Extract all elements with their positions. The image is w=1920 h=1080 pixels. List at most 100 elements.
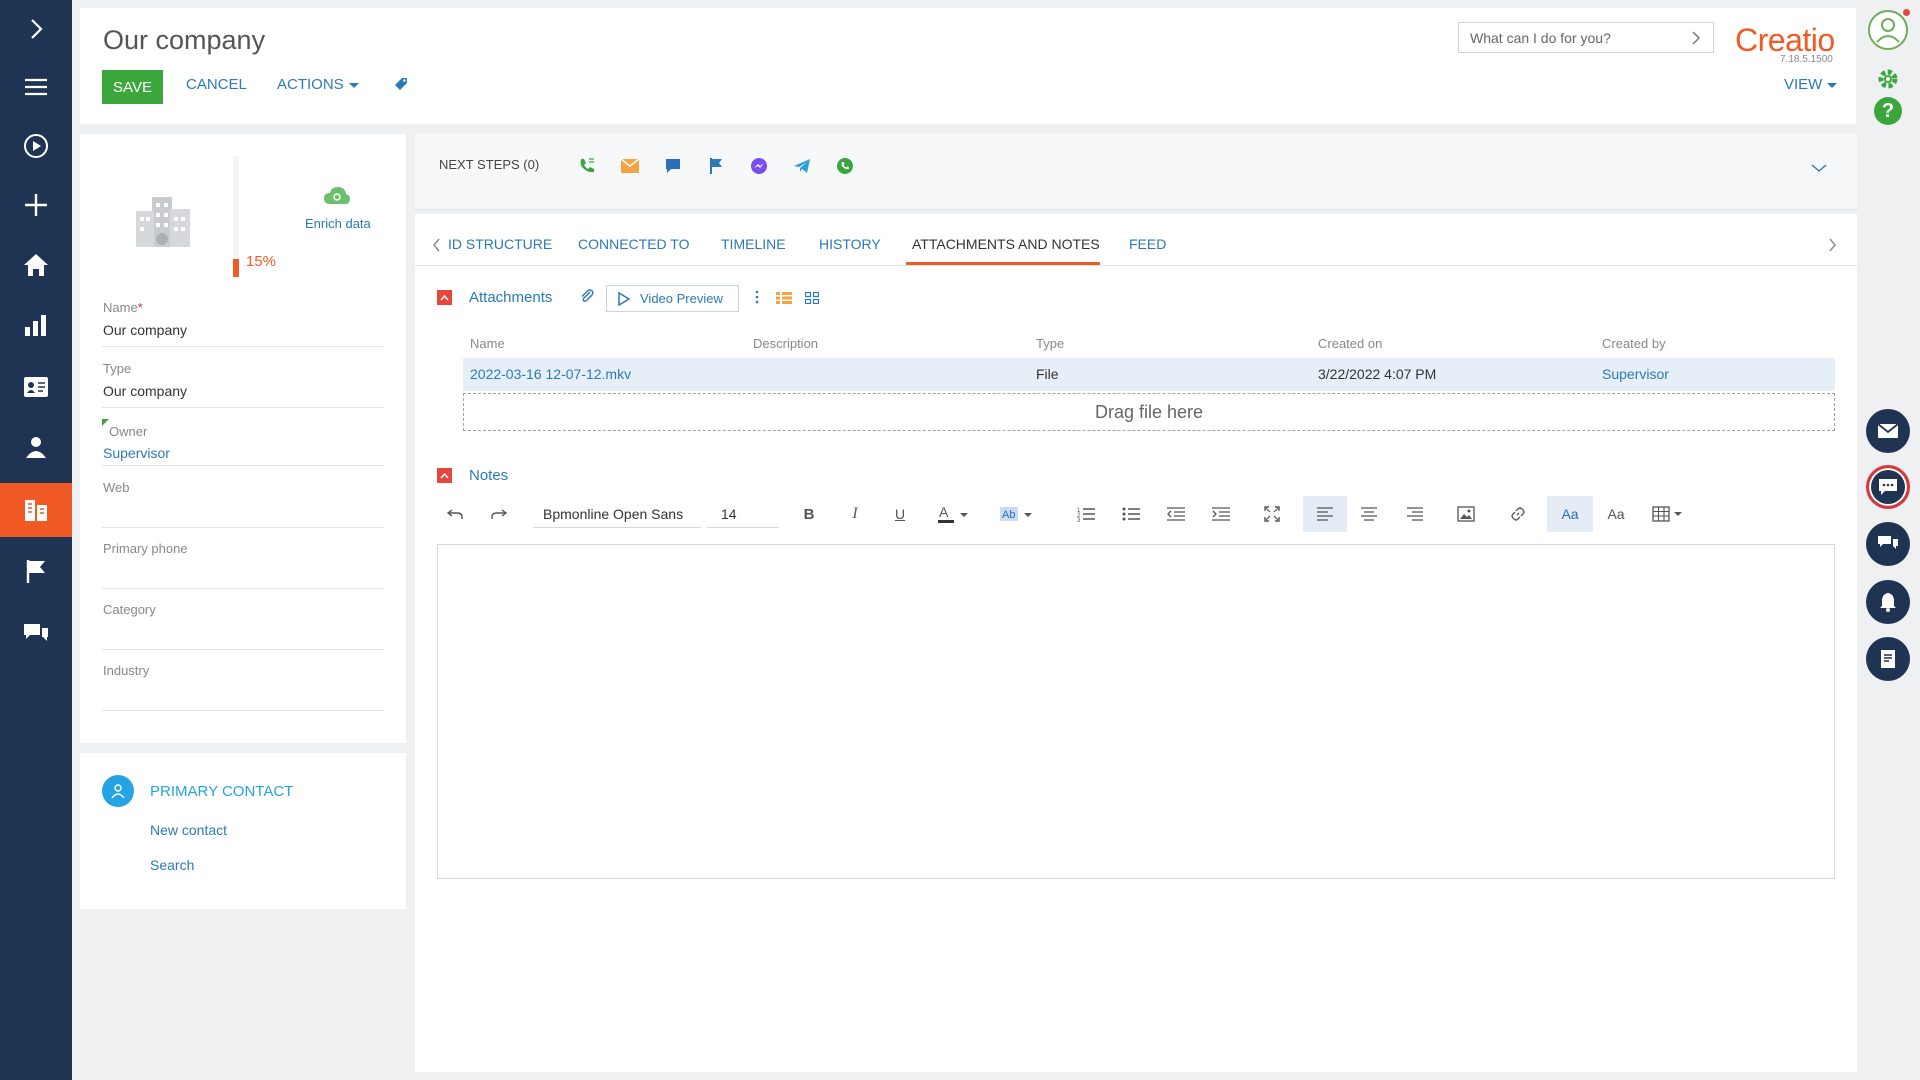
feed-panel-icon[interactable] bbox=[1866, 522, 1910, 566]
font-size-select[interactable]: 14 bbox=[707, 500, 779, 528]
underline-icon[interactable]: U bbox=[882, 496, 918, 532]
tab-id-structure[interactable]: ID STRUCTURE bbox=[448, 236, 552, 252]
column-created-by[interactable]: Created by bbox=[1602, 336, 1666, 351]
feed-chat-icon[interactable] bbox=[0, 606, 72, 660]
industry-field[interactable]: Industry bbox=[102, 663, 384, 711]
file-name-cell[interactable]: 2022-03-16 12-07-12.mkv bbox=[470, 366, 631, 382]
search-contact-link[interactable]: Search bbox=[150, 857, 194, 873]
primary-phone-field[interactable]: Primary phone bbox=[102, 541, 384, 589]
align-right-icon[interactable] bbox=[1397, 496, 1433, 532]
task-flag-icon[interactable] bbox=[706, 156, 726, 176]
outdent-icon[interactable] bbox=[1158, 496, 1194, 532]
video-preview-button[interactable]: Video Preview bbox=[606, 285, 739, 312]
chevron-down-icon bbox=[348, 82, 359, 88]
text-format-icon[interactable]: Aa bbox=[1547, 496, 1593, 532]
indent-icon[interactable] bbox=[1203, 496, 1239, 532]
command-search-input[interactable]: What can I do for you? bbox=[1458, 22, 1714, 53]
call-icon[interactable] bbox=[577, 156, 597, 176]
numbered-list-icon[interactable]: 123 bbox=[1068, 496, 1104, 532]
italic-icon[interactable]: I bbox=[837, 496, 873, 532]
bold-icon[interactable]: B bbox=[791, 496, 827, 532]
tab-history[interactable]: HISTORY bbox=[819, 236, 881, 252]
font-color-icon[interactable]: A bbox=[932, 496, 976, 532]
account-profile-panel: 15% Enrich data Name* Our company Type O… bbox=[80, 134, 406, 743]
contact-person-icon[interactable] bbox=[0, 420, 72, 474]
type-field[interactable]: Type Our company bbox=[102, 361, 384, 408]
name-field[interactable]: Name* Our company bbox=[102, 300, 384, 347]
file-created-by-cell[interactable]: Supervisor bbox=[1602, 366, 1669, 382]
tabs-scroll-left-icon[interactable] bbox=[433, 238, 441, 255]
insert-link-icon[interactable] bbox=[1500, 496, 1536, 532]
completeness-progress-fill bbox=[233, 259, 239, 277]
tab-feed[interactable]: FEED bbox=[1129, 236, 1166, 252]
list-view-icon[interactable] bbox=[776, 291, 792, 307]
save-button[interactable]: SAVE bbox=[102, 70, 163, 104]
user-profile-icon[interactable] bbox=[1866, 8, 1910, 52]
column-description[interactable]: Description bbox=[753, 336, 818, 351]
tile-view-icon[interactable] bbox=[804, 291, 820, 307]
column-name[interactable]: Name bbox=[470, 336, 505, 351]
font-family-select[interactable]: Bpmonline Open Sans bbox=[533, 500, 701, 528]
activities-flag-icon[interactable] bbox=[0, 544, 72, 598]
play-icon bbox=[618, 291, 631, 306]
redo-icon[interactable] bbox=[481, 496, 517, 532]
message-icon[interactable] bbox=[663, 156, 683, 176]
name-value[interactable]: Our company bbox=[103, 322, 187, 338]
tag-icon[interactable] bbox=[393, 76, 409, 95]
more-options-icon[interactable] bbox=[755, 290, 759, 307]
notes-collapse-toggle[interactable] bbox=[437, 468, 452, 483]
attachments-collapse-toggle[interactable] bbox=[437, 290, 452, 305]
add-icon[interactable] bbox=[0, 178, 72, 232]
align-left-icon[interactable] bbox=[1303, 496, 1347, 532]
whatsapp-icon[interactable] bbox=[835, 156, 855, 176]
contacts-card-icon[interactable] bbox=[0, 359, 72, 413]
actions-button[interactable]: ACTIONS bbox=[277, 76, 359, 93]
enrich-data-link[interactable]: Enrich data bbox=[305, 216, 371, 231]
cloud-sync-icon[interactable] bbox=[322, 184, 352, 211]
collapse-chevron-icon[interactable] bbox=[1811, 160, 1827, 176]
home-icon[interactable] bbox=[0, 238, 72, 292]
web-field[interactable]: Web bbox=[102, 480, 384, 528]
cancel-button[interactable]: CANCEL bbox=[186, 76, 247, 93]
clear-format-icon[interactable]: Aa bbox=[1598, 496, 1634, 532]
company-building-icon[interactable] bbox=[130, 189, 196, 252]
email-panel-icon[interactable] bbox=[1866, 409, 1910, 453]
fullscreen-icon[interactable] bbox=[1254, 496, 1290, 532]
table-row[interactable]: 2022-03-16 12-07-12.mkv File 3/22/2022 4… bbox=[463, 358, 1835, 391]
system-settings-gear-icon[interactable] bbox=[1873, 64, 1903, 97]
tab-connected-to[interactable]: CONNECTED TO bbox=[578, 236, 690, 252]
insert-image-icon[interactable] bbox=[1448, 496, 1484, 532]
column-created-on[interactable]: Created on bbox=[1318, 336, 1382, 351]
owner-value[interactable]: Supervisor bbox=[103, 445, 170, 461]
category-field[interactable]: Category bbox=[102, 602, 384, 650]
new-contact-link[interactable]: New contact bbox=[150, 822, 227, 838]
tab-timeline[interactable]: TIMELINE bbox=[721, 236, 786, 252]
accounts-icon[interactable] bbox=[0, 483, 72, 537]
column-type[interactable]: Type bbox=[1036, 336, 1064, 351]
chat-panel-icon[interactable] bbox=[1866, 465, 1910, 509]
expand-menu-icon[interactable] bbox=[0, 2, 72, 56]
messenger-icon[interactable] bbox=[749, 156, 769, 176]
view-button[interactable]: VIEW bbox=[1784, 76, 1838, 93]
process-run-icon[interactable] bbox=[0, 119, 72, 173]
align-center-icon[interactable] bbox=[1351, 496, 1387, 532]
bulleted-list-icon[interactable] bbox=[1113, 496, 1149, 532]
notes-editor[interactable] bbox=[437, 544, 1835, 879]
telegram-icon[interactable] bbox=[792, 156, 812, 176]
tabs-scroll-right-icon[interactable] bbox=[1828, 238, 1836, 255]
owner-field[interactable]: Owner Supervisor bbox=[102, 419, 384, 466]
hamburger-menu-icon[interactable] bbox=[0, 60, 72, 114]
name-label: Name* bbox=[103, 300, 143, 315]
highlight-color-icon[interactable]: Ab bbox=[996, 496, 1040, 532]
paperclip-icon[interactable] bbox=[579, 288, 595, 307]
tab-attachments-and-notes[interactable]: ATTACHMENTS AND NOTES bbox=[912, 236, 1100, 252]
notifications-bell-icon[interactable] bbox=[1866, 580, 1910, 624]
email-icon[interactable] bbox=[620, 156, 640, 176]
process-documents-icon[interactable] bbox=[1866, 637, 1910, 681]
file-drop-zone[interactable]: Drag file here bbox=[463, 393, 1835, 431]
undo-icon[interactable] bbox=[437, 496, 473, 532]
dashboards-icon[interactable] bbox=[0, 298, 72, 352]
type-value[interactable]: Our company bbox=[103, 383, 187, 399]
insert-table-icon[interactable] bbox=[1646, 496, 1690, 532]
help-question-icon[interactable]: ? bbox=[1874, 97, 1902, 125]
